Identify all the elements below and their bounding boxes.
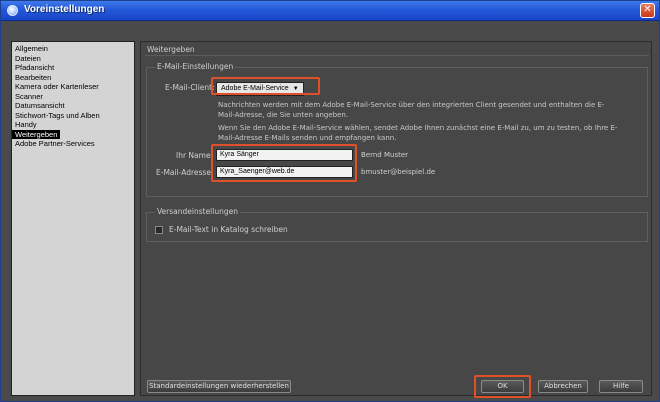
shipping-settings-label: Versandeinstellungen — [155, 207, 240, 216]
cancel-button[interactable]: Abbrechen — [538, 380, 588, 393]
category-items: Allgemein Dateien Pfadansicht Bearbeiten Kam… — [12, 42, 134, 149]
client-help-text-2: Wenn Sie den Adobe E-Mail-Service wählen… — [218, 124, 618, 142]
sidebar-item-label: Handy — [15, 120, 37, 129]
help-button[interactable]: Hilfe — [599, 380, 643, 393]
reset-defaults-button[interactable]: Standardeinstellungen wiederherstellen — [147, 380, 291, 393]
sidebar-item[interactable]: Kamera oder Kartenleser — [12, 82, 134, 92]
close-button[interactable]: ✕ — [640, 3, 655, 18]
email-address-label: E-Mail-Adresse: — [156, 168, 214, 177]
sidebar-item-label: Allgemein — [15, 44, 48, 53]
sidebar-item[interactable]: Stichwort-Tags und Alben — [12, 111, 134, 121]
sidebar-item-label: Kamera oder Kartenleser — [15, 82, 99, 91]
email-address-example: bmuster@beispiel.de — [361, 168, 436, 176]
close-icon: ✕ — [643, 4, 652, 15]
name-label: Ihr Name: — [176, 151, 214, 160]
sidebar-item[interactable]: Weitergeben — [12, 129, 134, 139]
sidebar-item-label: Adobe Partner-Services — [15, 139, 95, 148]
section-title: Weitergeben — [147, 45, 195, 54]
shipping-settings-group: Versandeinstellungen E-Mail-Text in Kata… — [146, 207, 648, 242]
sidebar-item[interactable]: Bearbeiten — [12, 73, 134, 83]
title-bar[interactable]: Voreinstellungen ✕ — [1, 1, 659, 21]
fields-highlight — [211, 144, 357, 182]
section-divider — [145, 55, 649, 56]
catalog-text-label: E-Mail-Text in Katalog schreiben — [169, 225, 288, 234]
catalog-text-checkbox[interactable] — [155, 226, 163, 234]
client-help-text-1: Nachrichten werden mit dem Adobe E-Mail-… — [218, 101, 605, 119]
sidebar-item-label: Scanner — [15, 91, 43, 101]
app-icon — [7, 5, 18, 16]
client-highlight — [211, 77, 320, 95]
name-example: Bernd Muster — [361, 151, 409, 159]
sidebar-item[interactable]: Datumsansicht — [12, 101, 134, 111]
email-settings-group: E-Mail-Einstellungen E-Mail-Client: Adob… — [146, 62, 648, 197]
ok-highlight — [474, 375, 531, 398]
sidebar-item[interactable]: Scanner — [12, 92, 134, 102]
settings-panel: Weitergeben E-Mail-Einstellungen E-Mail-… — [140, 41, 652, 398]
sidebar-item[interactable]: Dateien — [12, 54, 134, 64]
sidebar-item-label: Datumsansicht — [15, 101, 65, 110]
sidebar-item-label: Pfadansicht — [15, 63, 55, 72]
sidebar-item-label: Bearbeiten — [15, 72, 52, 82]
sidebar-item[interactable]: Allgemein — [12, 44, 134, 54]
window-title: Voreinstellungen — [24, 4, 105, 15]
email-client-label: E-Mail-Client: — [165, 83, 215, 92]
preferences-dialog: Voreinstellungen ✕ Allgemein Dateien Pfada… — [0, 0, 660, 402]
category-list[interactable]: Allgemein Dateien Pfadansicht Bearbeiten Kam… — [11, 41, 135, 396]
sidebar-item-label: Stichwort-Tags und Alben — [15, 110, 100, 120]
sidebar-item[interactable]: Handy — [12, 120, 134, 130]
sidebar-item[interactable]: Pfadansicht — [12, 63, 134, 73]
sidebar-item[interactable]: Adobe Partner-Services — [12, 139, 134, 149]
sidebar-item-label: Dateien — [15, 53, 41, 63]
email-settings-label: E-Mail-Einstellungen — [155, 62, 236, 71]
sidebar-item-label: Weitergeben — [12, 129, 61, 139]
